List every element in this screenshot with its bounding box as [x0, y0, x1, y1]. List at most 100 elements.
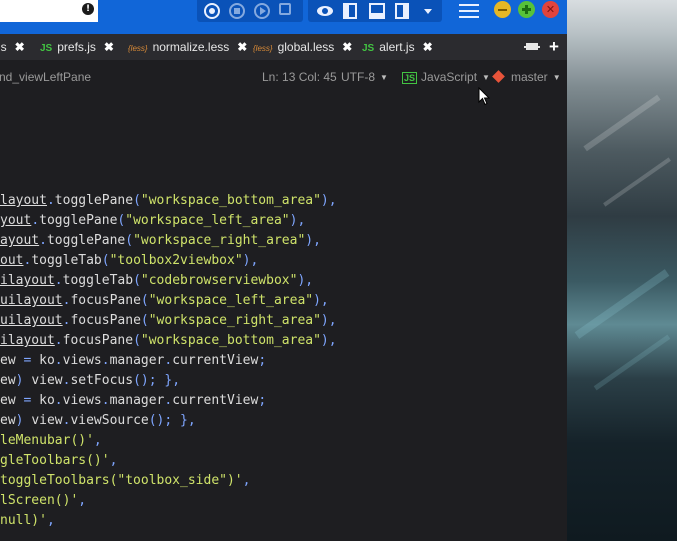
code-token: manager [109, 353, 165, 368]
code-token: ayout [0, 233, 40, 248]
code-token: togglePane [39, 213, 118, 228]
tab-label: prefs.js [57, 40, 96, 54]
code-token: . [101, 353, 110, 368]
code-token: leMenubar()' [0, 433, 94, 448]
code-token: toggleTab [62, 273, 134, 288]
new-tab-button[interactable]: + [549, 34, 559, 60]
code-token: ( [140, 293, 149, 308]
code-token: view [31, 373, 63, 388]
layout-bottom-pane-icon[interactable] [369, 3, 385, 19]
code-token: manager [109, 393, 165, 408]
git-icon [492, 70, 505, 83]
encoding-label: UTF-8 [341, 70, 375, 84]
code-token: toggleToolbars("toolbox_side")' [0, 473, 243, 488]
code-token: . [54, 333, 63, 348]
close-icon[interactable]: ✖ [342, 40, 352, 54]
tab-label: js [0, 40, 7, 54]
stop-icon[interactable] [229, 3, 245, 19]
code-token: ; [258, 353, 267, 368]
cursor-position[interactable]: Ln: 13 Col: 45 [262, 70, 337, 84]
code-token: "workspace_left_area" [125, 213, 290, 228]
encoding-selector[interactable]: UTF-8 ▼ [341, 70, 388, 84]
info-icon[interactable]: ! [82, 3, 94, 15]
code-token: ilayout [0, 273, 55, 288]
git-branch-selector[interactable]: master ▼ [492, 70, 561, 84]
code-line: ilayout.focusPane("workspace_bottom_area… [0, 333, 337, 353]
code-token: focusPane [62, 333, 134, 348]
maximize-button[interactable] [518, 1, 535, 18]
layout-right-pane-icon[interactable] [395, 3, 411, 19]
hamburger-menu-icon[interactable] [459, 2, 479, 18]
tab-2[interactable]: {less} normalize.less ✖ [128, 34, 247, 60]
tab-1[interactable]: JS prefs.js ✖ [40, 34, 114, 60]
code-token: ), [320, 313, 337, 328]
code-token: , [242, 473, 251, 488]
close-icon[interactable]: ✖ [423, 40, 433, 54]
tab-4[interactable]: JS alert.js ✖ [362, 34, 433, 60]
code-token: yout [0, 213, 32, 228]
code-line: layout.togglePane("workspace_bottom_area… [0, 193, 337, 213]
less-file-icon: {less} [128, 44, 148, 53]
code-token: togglePane [46, 233, 126, 248]
code-token: currentView [172, 393, 259, 408]
js-file-icon: JS [362, 43, 375, 54]
code-token: ( [101, 253, 110, 268]
close-icon[interactable]: ✖ [104, 40, 114, 54]
code-token: = [15, 353, 40, 368]
record-icon[interactable] [204, 3, 220, 19]
minimize-button[interactable] [494, 1, 511, 18]
code-token: "workspace_right_area" [148, 313, 321, 328]
chevron-down-icon: ▼ [380, 73, 388, 82]
code-editor[interactable]: layout.togglePane("workspace_bottom_area… [0, 92, 567, 541]
code-token: views [62, 353, 102, 368]
code-token: ilayout [0, 333, 55, 348]
code-line: ew) view.setFocus(); }, [0, 373, 180, 393]
code-token: focusPane [70, 313, 141, 328]
code-token: ( [125, 233, 134, 248]
code-token: ( [140, 313, 149, 328]
save-icon[interactable] [279, 3, 295, 19]
play-icon[interactable] [254, 3, 270, 19]
code-token: ), [320, 193, 337, 208]
code-token: lScreen()' [0, 493, 79, 508]
code-token: ), [289, 213, 306, 228]
code-token: focusPane [70, 293, 141, 308]
layout-left-pane-icon[interactable] [343, 3, 359, 19]
close-icon[interactable]: ✖ [15, 40, 25, 54]
code-token: (); }, [133, 373, 181, 388]
language-selector[interactable]: JS JavaScript ▼ [402, 70, 490, 84]
eye-icon[interactable] [317, 3, 333, 19]
code-token: . [54, 273, 63, 288]
code-token: uilayout [0, 293, 63, 308]
close-icon[interactable]: ✖ [237, 40, 247, 54]
code-line: gleToolbars()', [0, 453, 117, 473]
code-token: ), [320, 333, 337, 348]
dropdown-icon[interactable] [422, 3, 438, 19]
tab-3[interactable]: {less} global.less ✖ [253, 34, 352, 60]
code-token: ), [305, 233, 321, 248]
code-token: . [31, 213, 40, 228]
code-line: null)', [0, 513, 55, 533]
language-icon: JS [402, 72, 418, 84]
address-field[interactable]: ! [0, 0, 98, 22]
code-line: uilayout.focusPane("workspace_right_area… [0, 313, 337, 333]
code-token: ( [133, 333, 141, 348]
code-line: ayout.togglePane("workspace_right_area")… [0, 233, 321, 253]
code-token: . [54, 353, 63, 368]
js-file-icon: JS [40, 43, 53, 54]
less-file-icon: {less} [253, 44, 273, 53]
code-token: uilayout [0, 313, 63, 328]
code-token: view [31, 413, 63, 428]
close-button[interactable]: ✕ [542, 1, 559, 18]
desktop-wallpaper [567, 0, 677, 541]
code-token: ) [15, 373, 32, 388]
code-token: , [109, 453, 118, 468]
tab-0[interactable]: js ✖ [0, 34, 25, 60]
code-token: . [39, 233, 47, 248]
code-line: yout.togglePane("workspace_left_area"), [0, 213, 305, 233]
title-bar: ! ✕ [0, 0, 567, 34]
code-token: "codebrowserviewbox" [140, 273, 298, 288]
tab-label: global.less [277, 40, 335, 54]
code-token: layout [0, 193, 47, 208]
code-token: . [54, 393, 63, 408]
